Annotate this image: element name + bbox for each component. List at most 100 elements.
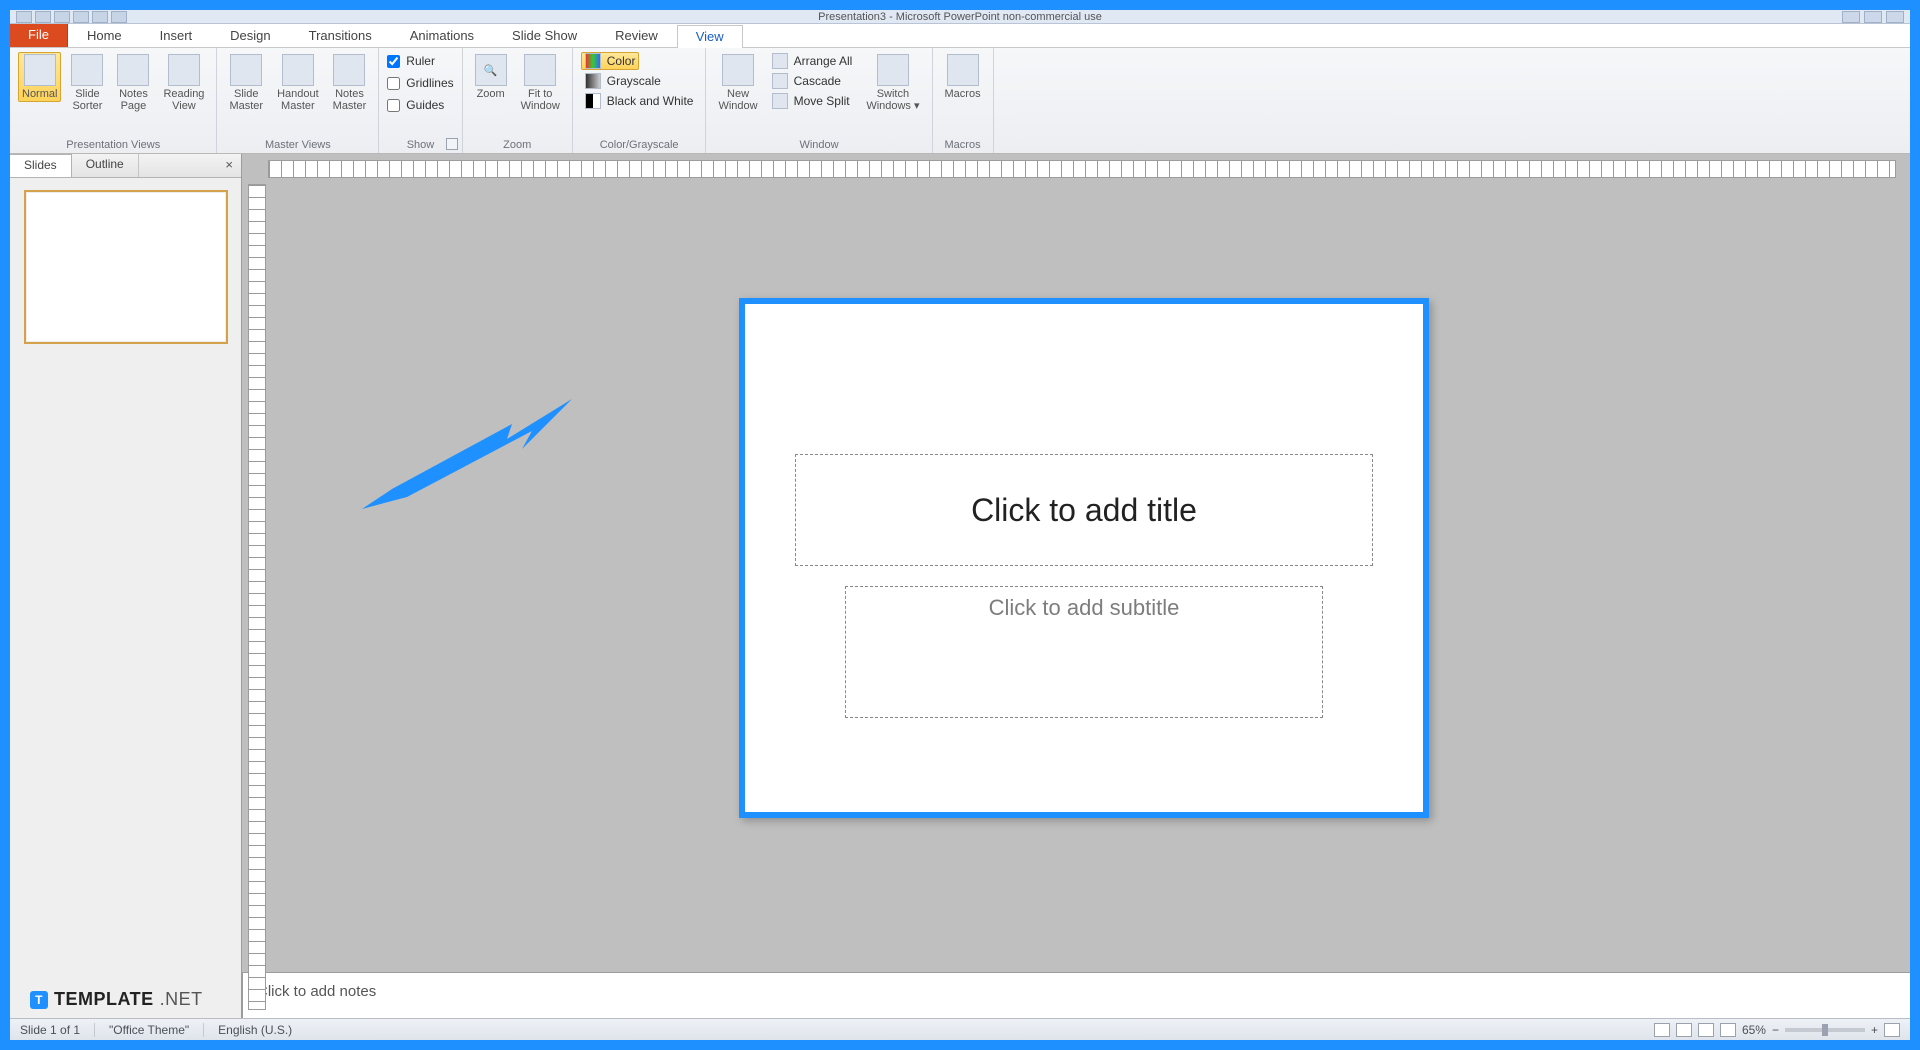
zoom-slider[interactable] bbox=[1785, 1028, 1865, 1032]
zoom-button[interactable]: 🔍 Zoom bbox=[471, 52, 511, 102]
notes-master-label: Notes Master bbox=[333, 88, 367, 112]
close-button[interactable] bbox=[1886, 11, 1904, 23]
guides-checkbox[interactable]: Guides bbox=[387, 98, 444, 112]
outline-tab[interactable]: Outline bbox=[72, 154, 139, 177]
gridlines-check-icon[interactable] bbox=[387, 77, 400, 90]
move-split-label: Move Split bbox=[794, 94, 850, 108]
move-split-icon bbox=[772, 93, 788, 109]
guides-check-icon[interactable] bbox=[387, 99, 400, 112]
slide-editor: Click to add title Click to add subtitle… bbox=[242, 154, 1910, 1018]
sorter-view-status-icon[interactable] bbox=[1676, 1023, 1692, 1037]
grayscale-button[interactable]: Grayscale bbox=[581, 72, 665, 90]
slide-sorter-icon bbox=[71, 54, 103, 86]
tab-insert[interactable]: Insert bbox=[141, 24, 212, 47]
reading-view-icon bbox=[168, 54, 200, 86]
new-window-label: New Window bbox=[718, 88, 757, 112]
group-label: Presentation Views bbox=[18, 139, 208, 151]
grayscale-icon bbox=[585, 73, 601, 89]
macros-icon bbox=[947, 54, 979, 86]
subtitle-placeholder-text: Click to add subtitle bbox=[989, 595, 1180, 621]
qat-icon[interactable] bbox=[54, 11, 70, 23]
fit-window-label: Fit to Window bbox=[521, 88, 560, 112]
ribbon-tabs: File Home Insert Design Transitions Anim… bbox=[10, 24, 1910, 48]
slide-sorter-button[interactable]: Slide Sorter bbox=[67, 52, 107, 114]
maximize-button[interactable] bbox=[1864, 11, 1882, 23]
black-white-button[interactable]: Black and White bbox=[581, 92, 698, 110]
notes-master-button[interactable]: Notes Master bbox=[329, 52, 371, 114]
gridlines-label: Gridlines bbox=[406, 76, 453, 90]
subtitle-placeholder[interactable]: Click to add subtitle bbox=[845, 586, 1323, 718]
normal-view-status-icon[interactable] bbox=[1654, 1023, 1670, 1037]
macros-button[interactable]: Macros bbox=[941, 52, 985, 102]
window-controls bbox=[1842, 11, 1904, 23]
slide[interactable]: Click to add title Click to add subtitle bbox=[739, 298, 1429, 818]
panel-close-button[interactable]: × bbox=[217, 154, 241, 177]
tab-transitions[interactable]: Transitions bbox=[290, 24, 391, 47]
status-slide-count: Slide 1 of 1 bbox=[20, 1023, 80, 1037]
arrange-all-button[interactable]: Arrange All bbox=[768, 52, 857, 70]
color-icon bbox=[585, 53, 601, 69]
ribbon: Normal Slide Sorter Notes Page Reading V… bbox=[10, 48, 1910, 154]
ruler-check-icon[interactable] bbox=[387, 55, 400, 68]
switch-windows-icon bbox=[877, 54, 909, 86]
qat-icon[interactable] bbox=[92, 11, 108, 23]
zoom-in-button[interactable]: + bbox=[1871, 1023, 1878, 1037]
move-split-button[interactable]: Move Split bbox=[768, 92, 857, 110]
tab-slide-show[interactable]: Slide Show bbox=[493, 24, 596, 47]
color-button[interactable]: Color bbox=[581, 52, 640, 70]
slides-panel-body[interactable] bbox=[10, 178, 241, 1018]
slide-canvas-area[interactable]: Click to add title Click to add subtitle bbox=[272, 184, 1896, 964]
fit-slide-status-icon[interactable] bbox=[1884, 1023, 1900, 1037]
fit-to-window-button[interactable]: Fit to Window bbox=[517, 52, 564, 114]
slide-master-button[interactable]: Slide Master bbox=[225, 52, 267, 114]
slide-thumbnail-1[interactable] bbox=[24, 190, 228, 344]
status-language[interactable]: English (U.S.) bbox=[218, 1023, 292, 1037]
horizontal-ruler[interactable] bbox=[268, 160, 1896, 178]
file-tab[interactable]: File bbox=[10, 24, 68, 47]
handout-master-icon bbox=[282, 54, 314, 86]
reading-view-button[interactable]: Reading View bbox=[159, 52, 208, 114]
notes-page-button[interactable]: Notes Page bbox=[113, 52, 153, 114]
title-placeholder[interactable]: Click to add title bbox=[795, 454, 1373, 566]
tab-home[interactable]: Home bbox=[68, 24, 141, 47]
switch-windows-button[interactable]: Switch Windows ▾ bbox=[862, 52, 923, 114]
cascade-button[interactable]: Cascade bbox=[768, 72, 857, 90]
zoom-icon: 🔍 bbox=[475, 54, 507, 86]
tab-review[interactable]: Review bbox=[596, 24, 677, 47]
notes-pane[interactable]: Click to add notes bbox=[242, 972, 1910, 1018]
cascade-label: Cascade bbox=[794, 74, 841, 88]
macros-label: Macros bbox=[945, 88, 981, 100]
minimize-button[interactable] bbox=[1842, 11, 1860, 23]
vertical-ruler[interactable] bbox=[248, 184, 266, 1010]
ruler-label: Ruler bbox=[406, 54, 435, 68]
notes-page-icon bbox=[117, 54, 149, 86]
new-window-button[interactable]: New Window bbox=[714, 52, 761, 114]
zoom-value[interactable]: 65% bbox=[1742, 1023, 1766, 1037]
qat-icon[interactable] bbox=[16, 11, 32, 23]
quick-access-toolbar[interactable] bbox=[16, 11, 127, 23]
tab-animations[interactable]: Animations bbox=[391, 24, 493, 47]
group-label[interactable]: Show bbox=[387, 139, 453, 151]
tab-design[interactable]: Design bbox=[211, 24, 289, 47]
ruler-checkbox[interactable]: Ruler bbox=[387, 54, 435, 68]
normal-view-button[interactable]: Normal bbox=[18, 52, 61, 102]
slides-tab[interactable]: Slides bbox=[10, 154, 72, 177]
tab-view[interactable]: View bbox=[677, 25, 743, 48]
reading-view-status-icon[interactable] bbox=[1698, 1023, 1714, 1037]
group-label: Master Views bbox=[225, 139, 370, 151]
group-window: New Window Arrange All Cascade Move Spli… bbox=[706, 48, 932, 153]
handout-master-button[interactable]: Handout Master bbox=[273, 52, 323, 114]
qat-icon[interactable] bbox=[73, 11, 89, 23]
slideshow-view-status-icon[interactable] bbox=[1720, 1023, 1736, 1037]
qat-icon[interactable] bbox=[111, 11, 127, 23]
title-placeholder-text: Click to add title bbox=[971, 492, 1197, 529]
gridlines-checkbox[interactable]: Gridlines bbox=[387, 76, 453, 90]
status-theme: "Office Theme" bbox=[109, 1023, 189, 1037]
qat-icon[interactable] bbox=[35, 11, 51, 23]
color-label: Color bbox=[607, 54, 636, 68]
zoom-out-button[interactable]: − bbox=[1772, 1023, 1779, 1037]
title-bar: Presentation3 - Microsoft PowerPoint non… bbox=[10, 10, 1910, 24]
group-master-views: Slide Master Handout Master Notes Master… bbox=[217, 48, 379, 153]
slides-panel-tabs: Slides Outline × bbox=[10, 154, 241, 178]
slide-master-icon bbox=[230, 54, 262, 86]
